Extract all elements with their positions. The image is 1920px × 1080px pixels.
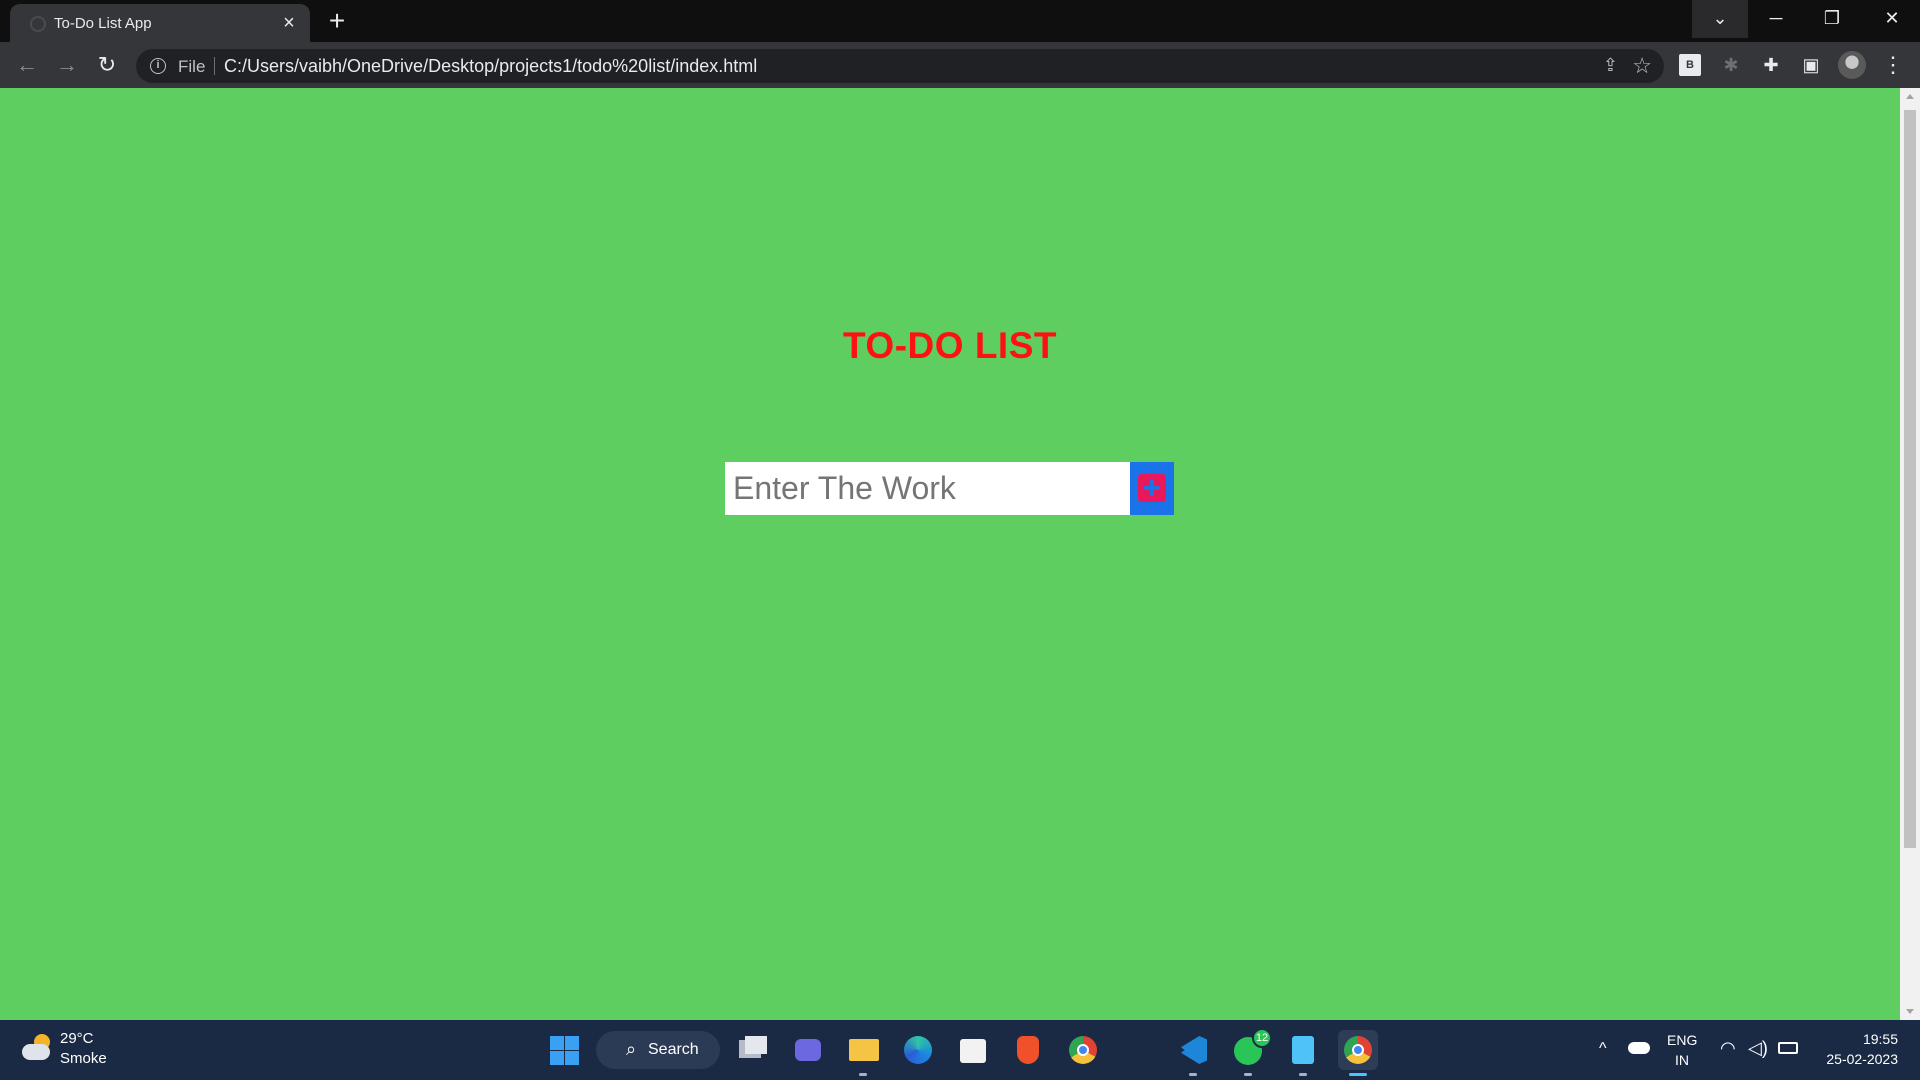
clock-time[interactable]: 19:55 [1828,1031,1898,1047]
todo-input[interactable] [725,462,1130,515]
taskbar-search-button[interactable]: ⌕ Search [596,1031,720,1069]
weather-icon[interactable] [22,1034,52,1062]
search-label: Search [648,1041,699,1058]
new-tab-button[interactable]: + [322,7,352,37]
page-title: TO-DO LIST [843,325,1057,366]
scroll-up-icon[interactable] [1906,94,1914,99]
cloud-shape [22,1044,50,1060]
profile-avatar[interactable] [1838,51,1866,79]
share-icon[interactable]: ⇪ [1603,55,1618,76]
scroll-down-icon[interactable] [1906,1009,1914,1014]
extensions-puzzle-icon[interactable]: ✚ [1758,52,1784,78]
edge-browser-icon[interactable] [898,1030,938,1070]
side-panel-icon[interactable]: ▣ [1798,52,1824,78]
page-viewport: TO-DO LIST [0,88,1900,1020]
input-language[interactable]: ENG [1667,1032,1697,1048]
bookmark-star-icon[interactable]: ☆ [1632,53,1652,79]
tab-search-dropdown-icon[interactable]: ⌄ [1692,0,1748,38]
taskbar: 29°C Smoke ⌕ Search 12 ^ ENG IN ◠ ◁) 19:… [0,1020,1920,1080]
brave-browser-icon[interactable] [1008,1030,1048,1070]
file-explorer-icon[interactable] [843,1030,883,1076]
back-button[interactable]: ← [11,49,43,81]
extension-grey-icon[interactable]: ✱ [1718,52,1744,78]
whatsapp-icon[interactable]: 12 [1228,1028,1272,1076]
url-scheme-label: File [178,57,206,76]
address-bar[interactable]: i File C:/Users/vaibh/OneDrive/Desktop/p… [136,49,1664,83]
microsoft-store-icon[interactable] [953,1030,993,1070]
show-hidden-icons-chevron-icon[interactable]: ^ [1599,1040,1607,1058]
tab-title: To-Do List App [54,15,152,32]
wifi-icon[interactable]: ◠ [1720,1038,1736,1059]
weather-description[interactable]: Smoke [60,1050,107,1067]
scrollbar-thumb[interactable] [1904,110,1916,848]
minimize-window-button[interactable]: ─ [1748,0,1804,38]
url-separator [214,57,215,75]
site-info-icon[interactable]: i [150,58,166,74]
add-todo-button[interactable] [1130,462,1174,515]
tab-close-icon[interactable]: × [278,12,300,34]
chrome-icon[interactable] [1063,1030,1103,1070]
teams-chat-icon[interactable] [788,1030,828,1070]
url-text[interactable]: C:/Users/vaibh/OneDrive/Desktop/projects… [224,56,757,77]
notification-badge: 12 [1252,1028,1272,1048]
browser-menu-icon[interactable]: ⋮ [1880,52,1906,78]
weather-temperature[interactable]: 29°C [60,1030,94,1047]
battery-icon[interactable] [1778,1042,1798,1054]
plus-icon [1138,474,1166,502]
browser-toolbar: ← → ↻ i File C:/Users/vaibh/OneDrive/Des… [0,42,1920,88]
volume-icon[interactable]: ◁) [1748,1038,1768,1059]
browser-tab[interactable]: To-Do List App × [10,4,310,42]
forward-button[interactable]: → [51,49,83,81]
search-icon: ⌕ [626,1039,637,1059]
start-windows-icon[interactable] [544,1030,584,1070]
reload-button[interactable]: ↻ [91,49,123,81]
notepad-icon[interactable] [1283,1030,1323,1076]
extension-b-icon[interactable]: B [1679,54,1701,76]
page-scrollbar[interactable] [1900,88,1920,1020]
chrome-active-icon[interactable] [1338,1030,1378,1076]
close-window-button[interactable]: ✕ [1864,0,1920,38]
input-region[interactable]: IN [1675,1052,1689,1068]
task-view-icon[interactable] [733,1030,773,1070]
clock-date[interactable]: 25-02-2023 [1808,1051,1898,1067]
onedrive-cloud-icon[interactable] [1628,1042,1650,1054]
restore-window-button[interactable]: ❐ [1804,0,1860,38]
tab-strip: To-Do List App × + ⌄ ─ ❐ ✕ [0,0,1920,42]
vscode-icon[interactable] [1173,1030,1213,1076]
page-favicon-icon [30,16,46,32]
